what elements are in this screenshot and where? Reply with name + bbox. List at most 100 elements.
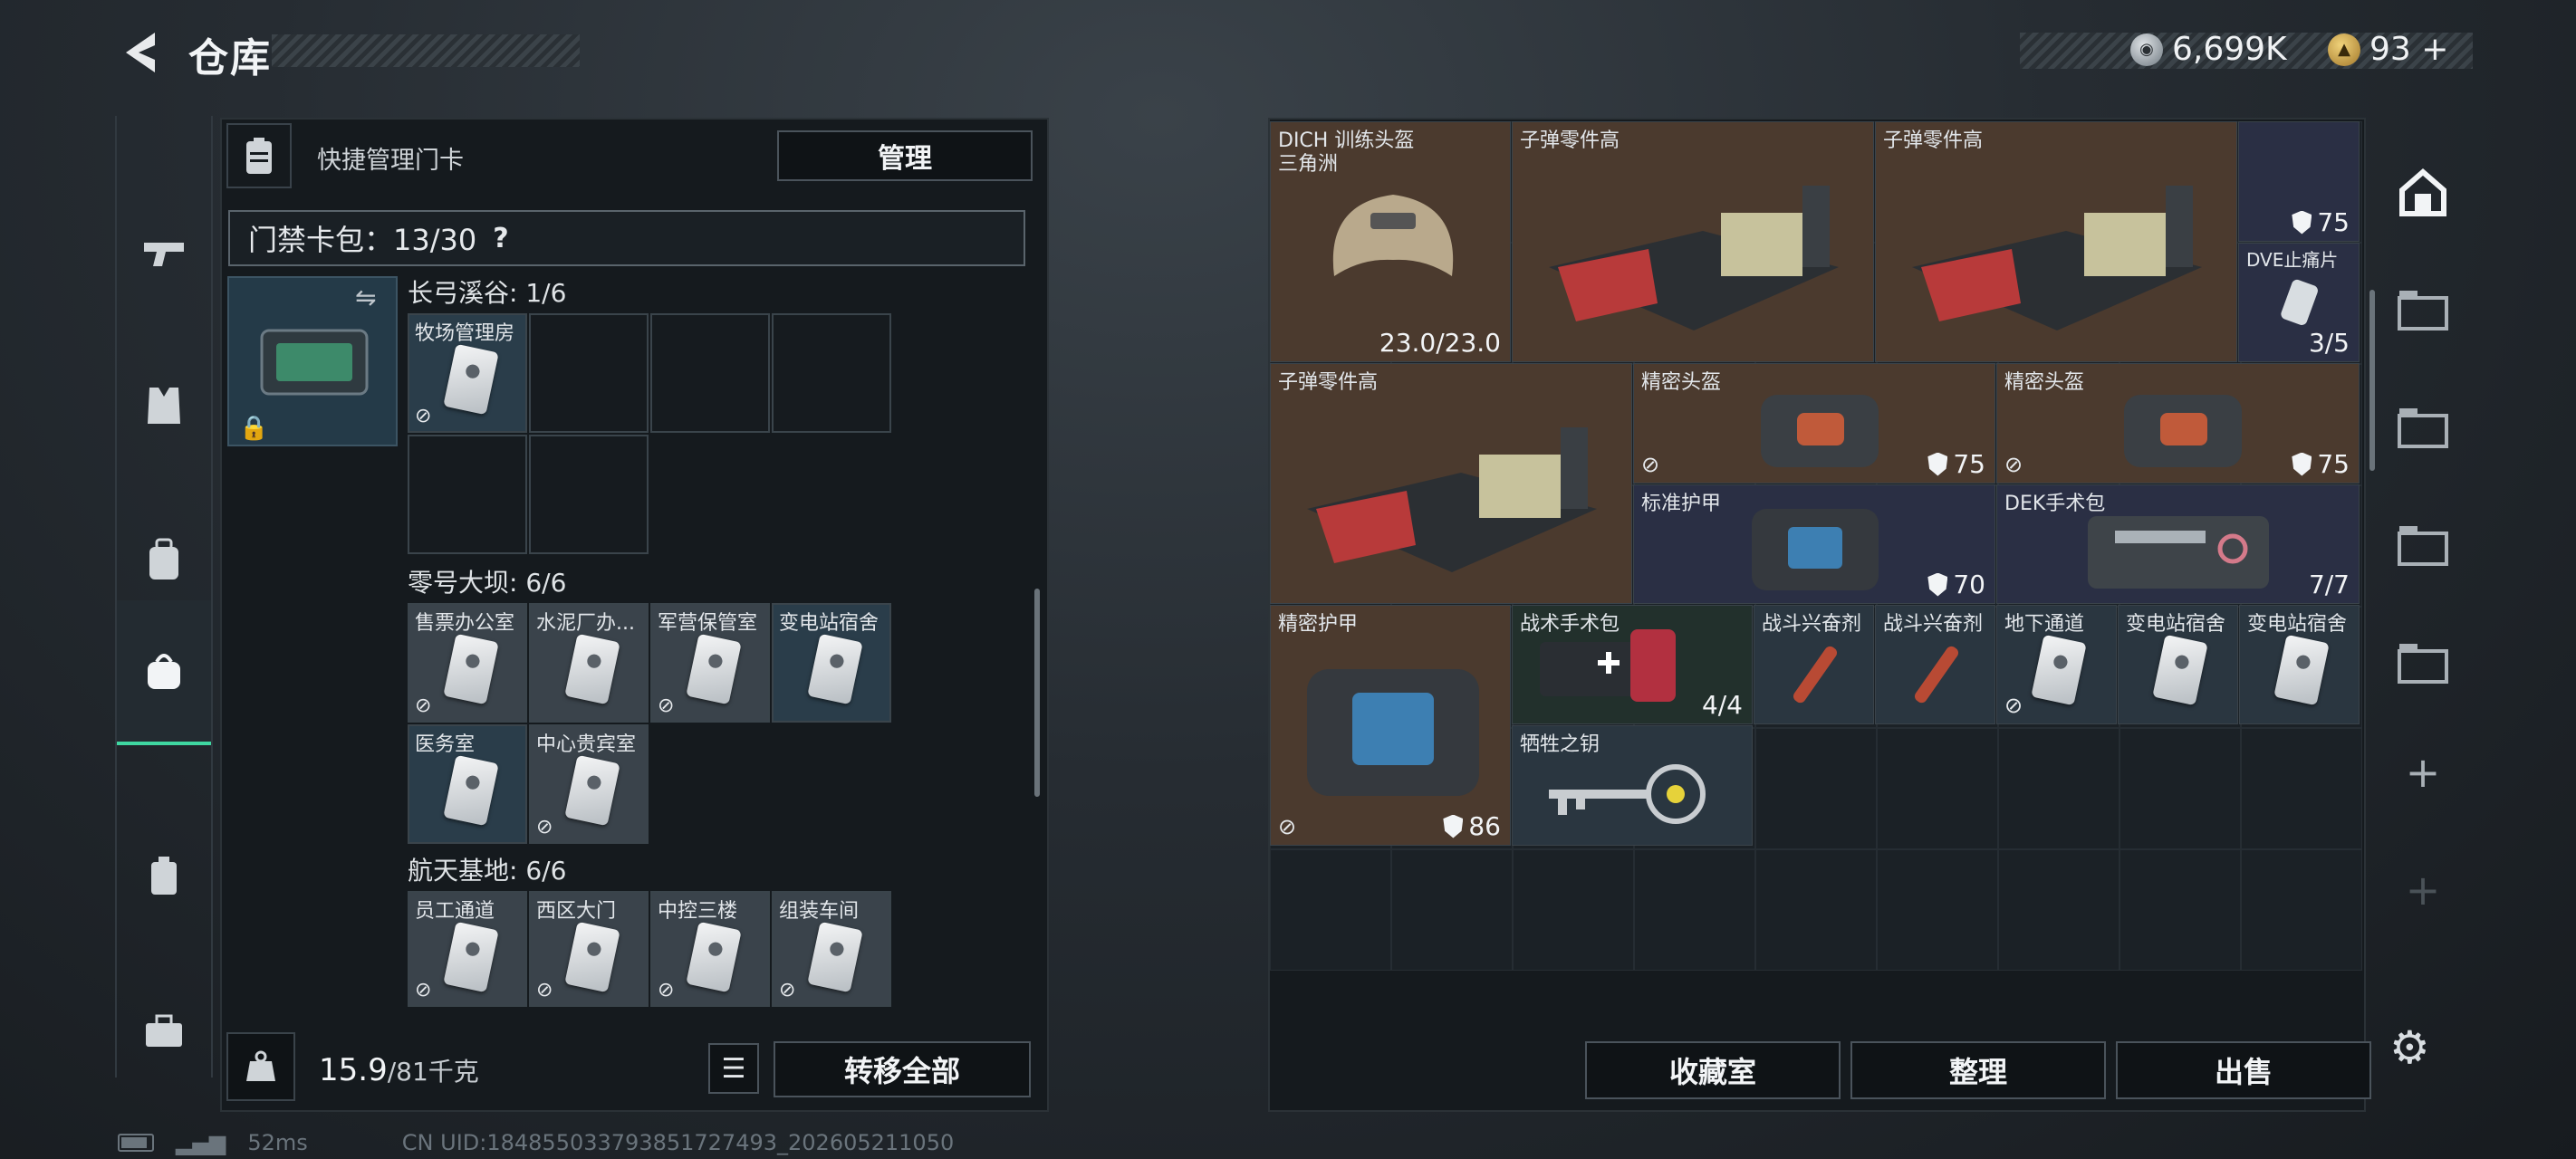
storage-grid-cell[interactable] — [1634, 849, 1755, 971]
item-keycard[interactable]: 地下通道 ⊘ — [1996, 605, 2117, 724]
keycard-slot[interactable]: 中心贵宾室 ⊘ — [529, 724, 649, 844]
storage-grid-cell[interactable] — [1877, 728, 1998, 849]
no-drop-icon: ⊘ — [1278, 814, 1297, 839]
helmet-bag-icon — [2124, 395, 2242, 467]
storage-tabs-scrollbar[interactable] — [2369, 290, 2375, 471]
storage-grid-cell[interactable] — [1877, 849, 1998, 971]
sell-button[interactable]: 出售 — [2116, 1041, 2371, 1099]
item-stimulant[interactable]: 战斗兴奋剂 — [1754, 605, 1874, 724]
swap-icon[interactable]: ⇋ — [355, 283, 376, 312]
keycard-slot[interactable]: 组装车间 ⊘ — [772, 891, 891, 1007]
item-standard-armor[interactable]: 标准护甲 70 — [1633, 484, 1995, 604]
storage-grid-cell[interactable] — [2119, 728, 2241, 849]
keycard-slot[interactable]: 医务室 — [408, 724, 527, 844]
empty-slot[interactable] — [408, 435, 527, 554]
item-armor-piece[interactable]: 75 — [2238, 121, 2360, 242]
silver-currency[interactable]: ◉ 6,699K — [2130, 31, 2287, 68]
quick-manage-label: 快捷管理门卡 — [317, 147, 464, 175]
armor-vest-icon — [1307, 669, 1479, 796]
item-precision-armor[interactable]: 精密护甲 ⊘ 86 — [1270, 605, 1511, 846]
tab-storage-3[interactable] — [2373, 369, 2473, 487]
keycard-icon — [2031, 634, 2087, 706]
item-name: DVE止痛片 — [2246, 249, 2339, 271]
tab-bag-active[interactable] — [117, 600, 211, 745]
tab-armor[interactable] — [117, 333, 211, 478]
keycard-name: 西区大门 — [536, 900, 617, 923]
add-storage-icon[interactable]: + — [2373, 714, 2473, 831]
keycard-scrollbar[interactable] — [1034, 589, 1040, 797]
transfer-all-button[interactable]: 转移全部 — [774, 1041, 1031, 1097]
tab-case[interactable] — [117, 804, 211, 949]
item-ammo-parts[interactable]: 子弹零件高 — [1512, 121, 1874, 362]
gold-currency[interactable]: ▲ 93 + — [2328, 31, 2448, 68]
keycard-slot[interactable]: 水泥厂办... — [529, 603, 649, 723]
ammo-crate-icon — [1307, 427, 1597, 572]
item-precision-helmet[interactable]: 精密头盔 ⊘ 75 — [1996, 363, 2360, 484]
storage-grid-cell[interactable] — [1998, 728, 2119, 849]
tab-toolbox[interactable] — [117, 958, 211, 1103]
item-stimulant[interactable]: 战斗兴奋剂 — [1875, 605, 1995, 724]
manage-button[interactable]: 管理 — [777, 130, 1033, 181]
item-name: 战斗兴奋剂 — [1883, 613, 1984, 636]
tab-storage-4[interactable] — [2373, 252, 2473, 369]
group-title: 零号大坝: 6/6 — [408, 568, 567, 598]
item-keycard[interactable]: 变电站宿舍 — [2118, 605, 2238, 724]
ammo-crate-icon — [1912, 186, 2202, 330]
storage-grid-cell[interactable] — [2119, 849, 2241, 971]
storage-grid-cell[interactable] — [1270, 849, 1391, 971]
item-helmet[interactable]: DICH 训练头盔 三角洲 23.0/23.0 — [1270, 121, 1511, 362]
tab-storage-1[interactable] — [2373, 605, 2473, 723]
empty-slot[interactable] — [650, 313, 770, 433]
item-count: 3/5 — [2308, 328, 2350, 358]
back-arrow-icon[interactable] — [113, 27, 168, 78]
no-drop-icon: ⊘ — [415, 405, 432, 427]
item-ammo-parts[interactable]: 子弹零件高 — [1875, 121, 2237, 362]
item-armor-number: 86 — [1468, 811, 1501, 841]
tab-weapons[interactable] — [117, 179, 211, 324]
storage-grid-cell[interactable] — [2241, 849, 2362, 971]
empty-slot[interactable] — [529, 313, 649, 433]
list-view-icon[interactable]: ☰ — [708, 1043, 759, 1094]
empty-slot[interactable] — [529, 435, 649, 554]
help-icon[interactable]: ? — [493, 223, 508, 254]
item-surgery-kit[interactable]: DEK手术包 7/7 — [1996, 484, 2360, 604]
item-tactical-surgery-kit[interactable]: 战术手术包 4/4 — [1512, 605, 1753, 724]
item-keycard[interactable]: 变电站宿舍 — [2239, 605, 2360, 724]
storage-grid-cell[interactable] — [1755, 849, 1877, 971]
storage-grid-cell[interactable] — [2241, 728, 2362, 849]
status-bar: ▂▄▆ 52ms CN UID:1848550337938517274​93_2… — [118, 1130, 954, 1155]
item-ammo-parts[interactable]: 子弹零件高 — [1270, 363, 1632, 604]
gear-icon[interactable]: ⚙ — [2389, 1021, 2430, 1074]
storage-grid-cell[interactable] — [1391, 849, 1513, 971]
keycard-slot[interactable]: 员工通道 ⊘ — [408, 891, 527, 1007]
keycard-name: 中控三楼 — [658, 900, 738, 923]
keycard-pack-header: 门禁卡包：13/30 ? — [228, 210, 1025, 266]
storage-grid-cell[interactable] — [1755, 728, 1877, 849]
armor-icon — [1927, 452, 1948, 476]
helmet-icon — [1332, 195, 1454, 276]
keycard-name: 员工通道 — [415, 900, 495, 923]
item-painkiller[interactable]: DVE止痛片 3/5 — [2238, 243, 2360, 362]
keycard-slot[interactable]: 西区大门 ⊘ — [529, 891, 649, 1007]
empty-slot[interactable] — [772, 313, 891, 433]
item-precision-helmet[interactable]: 精密头盔 ⊘ 75 — [1633, 363, 1995, 484]
keycard-slot[interactable]: 军营保管室 ⊘ — [650, 603, 770, 723]
tab-storage-main[interactable] — [2373, 134, 2473, 252]
keycard-slot[interactable]: 牧场管理房 ⊘ — [408, 313, 527, 433]
collection-room-button[interactable]: 收藏室 — [1585, 1041, 1841, 1099]
group-title: 航天基地: 6/6 — [408, 856, 567, 886]
item-sacrifice-key[interactable]: 牺牲之钥 — [1512, 725, 1753, 846]
tab-storage-2[interactable] — [2373, 487, 2473, 605]
syringe-icon — [1793, 646, 1838, 704]
keycard-slot[interactable]: 变电站宿舍 — [772, 603, 891, 723]
keycard-icon — [686, 633, 742, 705]
keycard-slot[interactable]: 中控三楼 ⊘ — [650, 891, 770, 1007]
item-count: 4/4 — [1701, 690, 1743, 720]
storage-grid-cell[interactable] — [1998, 849, 2119, 971]
keycard-name: 组装车间 — [779, 900, 860, 923]
no-drop-icon: ⊘ — [2004, 693, 2023, 718]
storage-grid-cell[interactable] — [1513, 849, 1634, 971]
sort-button[interactable]: 整理 — [1850, 1041, 2106, 1099]
keycard-name: 中心贵宾室 — [536, 733, 637, 756]
keycard-slot[interactable]: 售票办公室 ⊘ — [408, 603, 527, 723]
